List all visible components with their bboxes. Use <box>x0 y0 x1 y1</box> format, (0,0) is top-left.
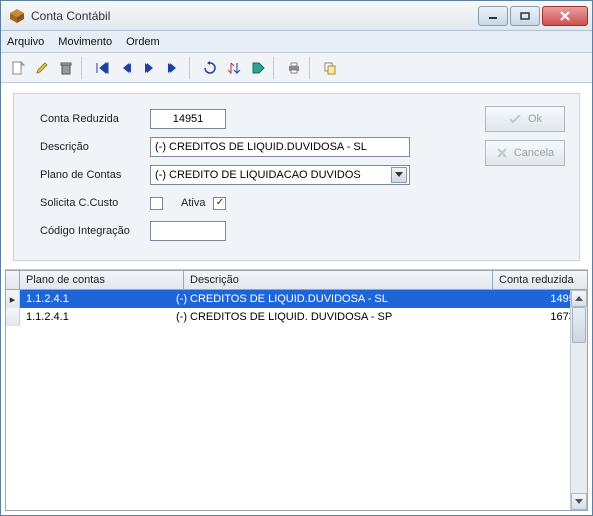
menubar: Arquivo Movimento Ordem <box>1 31 592 53</box>
next-icon[interactable] <box>139 57 161 79</box>
scroll-track[interactable] <box>571 307 587 493</box>
first-icon[interactable] <box>91 57 113 79</box>
window-title: Conta Contábil <box>31 9 476 23</box>
ativa-checkbox[interactable] <box>213 197 226 210</box>
toolbar <box>1 53 592 83</box>
cell-descricao: (-) CREDITOS DE LIQUID.DUVIDOSA - SL <box>170 293 493 305</box>
form-area: Ok Cancela Conta Reduzida Descrição Plan… <box>1 83 592 269</box>
prev-icon[interactable] <box>115 57 137 79</box>
maximize-button[interactable] <box>510 6 540 26</box>
toolbar-separator <box>309 57 315 79</box>
vertical-scrollbar[interactable] <box>570 290 587 510</box>
window-buttons <box>476 6 588 26</box>
solicita-checkbox[interactable] <box>150 197 163 210</box>
form-panel: Ok Cancela Conta Reduzida Descrição Plan… <box>13 93 580 261</box>
menu-movimento[interactable]: Movimento <box>58 36 112 48</box>
col-descricao[interactable]: Descrição <box>184 271 493 289</box>
form-buttons: Ok Cancela <box>485 106 565 166</box>
row-indicator-icon: ▸ <box>6 290 20 308</box>
toolbar-separator <box>81 57 87 79</box>
app-icon <box>9 8 25 24</box>
scroll-up-icon[interactable] <box>571 290 587 307</box>
sort-icon[interactable] <box>223 57 245 79</box>
edit-icon[interactable] <box>31 57 53 79</box>
refresh-icon[interactable] <box>199 57 221 79</box>
ok-button[interactable]: Ok <box>485 106 565 132</box>
menu-arquivo[interactable]: Arquivo <box>7 36 44 48</box>
conta-reduzida-input[interactable] <box>150 109 226 129</box>
label-descricao: Descrição <box>40 141 150 153</box>
close-button[interactable] <box>542 6 588 26</box>
label-solicita: Solicita C.Custo <box>40 197 150 209</box>
label-plano: Plano de Contas <box>40 169 150 181</box>
row-indicator-header <box>6 271 20 289</box>
chevron-down-icon[interactable] <box>391 167 407 183</box>
cell-plano: 1.1.2.4.1 <box>20 293 170 305</box>
titlebar: Conta Contábil <box>1 1 592 31</box>
last-icon[interactable] <box>163 57 185 79</box>
cancel-button[interactable]: Cancela <box>485 140 565 166</box>
cancel-label: Cancela <box>514 147 554 159</box>
tag-icon[interactable] <box>247 57 269 79</box>
cell-descricao: (-) CREDITOS DE LIQUID. DUVIDOSA - SP <box>170 311 493 323</box>
plano-combo[interactable]: (-) CREDITO DE LIQUIDACAO DUVIDOS <box>150 165 410 185</box>
ok-label: Ok <box>528 113 542 125</box>
plano-combo-text: (-) CREDITO DE LIQUIDACAO DUVIDOS <box>155 169 391 181</box>
grid: Plano de contas Descrição Conta reduzida… <box>5 269 588 511</box>
toolbar-separator <box>189 57 195 79</box>
new-icon[interactable] <box>7 57 29 79</box>
table-row[interactable]: 1.1.2.4.1(-) CREDITOS DE LIQUID. DUVIDOS… <box>6 308 587 326</box>
print-icon[interactable] <box>283 57 305 79</box>
label-cod-integracao: Código Integração <box>40 225 150 237</box>
scroll-down-icon[interactable] <box>571 493 587 510</box>
table-row[interactable]: ▸1.1.2.4.1(-) CREDITOS DE LIQUID.DUVIDOS… <box>6 290 587 308</box>
descricao-input[interactable] <box>150 137 410 157</box>
col-plano[interactable]: Plano de contas <box>20 271 184 289</box>
cod-integracao-input[interactable] <box>150 221 226 241</box>
scroll-thumb[interactable] <box>572 307 586 343</box>
row-indicator-icon <box>6 308 20 326</box>
grid-body[interactable]: ▸1.1.2.4.1(-) CREDITOS DE LIQUID.DUVIDOS… <box>5 290 588 511</box>
label-conta-reduzida: Conta Reduzida <box>40 113 150 125</box>
grid-header: Plano de contas Descrição Conta reduzida <box>5 270 588 290</box>
menu-ordem[interactable]: Ordem <box>126 36 160 48</box>
delete-icon[interactable] <box>55 57 77 79</box>
toolbar-separator <box>273 57 279 79</box>
label-ativa: Ativa <box>181 197 205 209</box>
minimize-button[interactable] <box>478 6 508 26</box>
cell-plano: 1.1.2.4.1 <box>20 311 170 323</box>
copy-icon[interactable] <box>319 57 341 79</box>
col-conta[interactable]: Conta reduzida <box>493 271 587 289</box>
